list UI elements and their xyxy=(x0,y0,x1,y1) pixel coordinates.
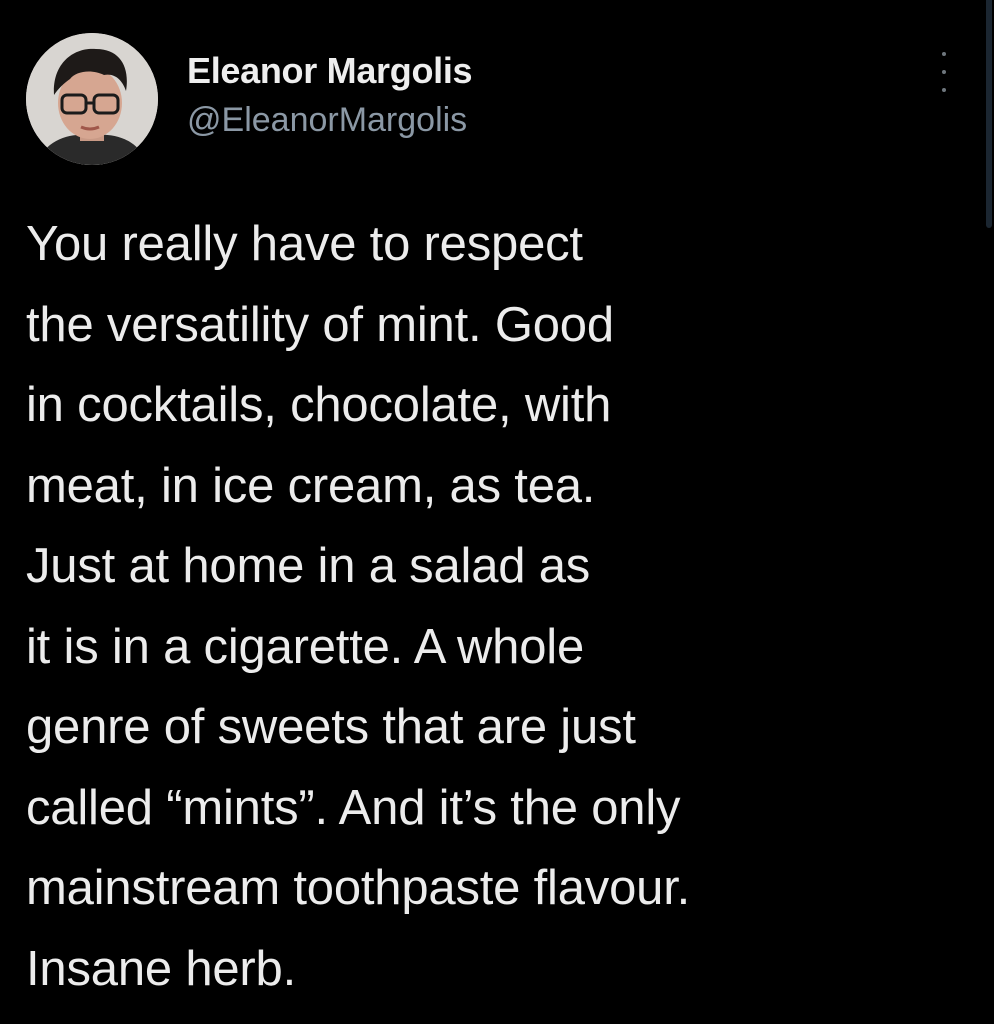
tweet-text: You really have to respect the versatili… xyxy=(26,204,966,1009)
tweet-text-line: genre of sweets that are just xyxy=(26,700,636,754)
tweet-text-line: it is in a cigarette. A whole xyxy=(26,619,585,674)
tweet-text-line: You really have to respect xyxy=(26,217,583,271)
more-dot xyxy=(942,52,946,56)
scrollbar[interactable] xyxy=(986,0,992,228)
tweet-text-line: called “mints”. And it’s the only xyxy=(26,780,681,835)
author-display-name[interactable]: Eleanor Margolis xyxy=(187,49,473,93)
tweet-text-line: meat, in ice cream, as tea. xyxy=(26,458,596,513)
tweet-text-line: in cocktails, chocolate, with xyxy=(26,378,612,432)
tweet-card: Eleanor Margolis @EleanorMargolis You re… xyxy=(0,0,994,1024)
tweet-text-line: Just at home in a salad as xyxy=(26,539,591,593)
author-handle[interactable]: @EleanorMargolis xyxy=(187,99,472,141)
tweet-text-line: the versatility of mint. Good xyxy=(26,297,614,352)
avatar-photo xyxy=(26,33,158,165)
more-vertical-icon[interactable] xyxy=(932,52,956,92)
author-block: Eleanor Margolis @EleanorMargolis xyxy=(187,49,473,141)
tweet-text-line: Insane herb. xyxy=(26,941,297,996)
avatar[interactable] xyxy=(26,33,158,165)
more-dot xyxy=(942,70,946,74)
more-dot xyxy=(942,88,946,92)
tweet-text-line: mainstream toothpaste flavour. xyxy=(26,861,691,915)
